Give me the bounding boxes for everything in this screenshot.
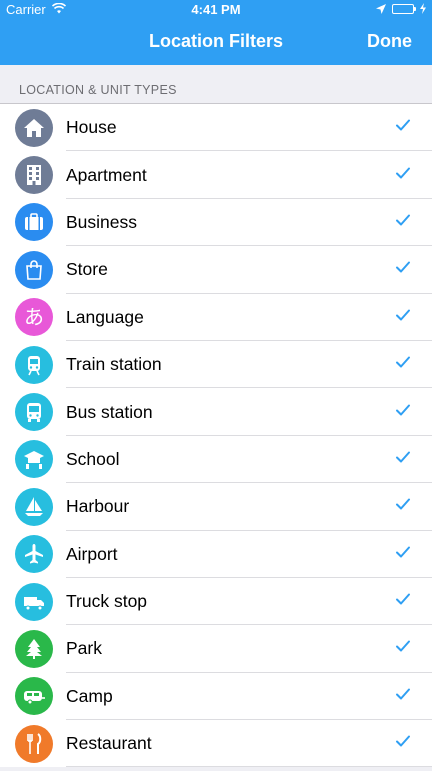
school-icon — [15, 440, 53, 479]
filter-row-harbour[interactable]: Harbour — [0, 483, 432, 531]
briefcase-icon — [15, 203, 53, 242]
filter-label: House — [66, 117, 117, 138]
filter-label: Store — [66, 259, 108, 280]
checkmark-icon — [395, 117, 432, 138]
filter-row-truck-stop[interactable]: Truck stop — [0, 578, 432, 626]
filter-label: Restaurant — [66, 733, 152, 754]
section-header: LOCATION & UNIT TYPES — [0, 65, 432, 104]
checkmark-icon — [395, 307, 432, 328]
filter-row-camp[interactable]: Camp — [0, 673, 432, 721]
filter-label: Camp — [66, 685, 113, 706]
checkmark-icon — [395, 496, 432, 517]
svg-text:あ: あ — [24, 305, 44, 329]
tree-icon — [15, 629, 53, 668]
status-right — [376, 2, 426, 17]
filter-row-language[interactable]: あ Language — [0, 294, 432, 341]
filter-label: Language — [66, 306, 144, 327]
filter-label: Harbour — [66, 496, 130, 517]
filter-label: Apartment — [66, 164, 147, 185]
filter-row-school[interactable]: School — [0, 436, 432, 484]
checkmark-icon — [395, 402, 432, 423]
house-icon — [15, 108, 53, 147]
filter-row-bus-station[interactable]: Bus station — [0, 388, 432, 436]
checkmark-icon — [395, 544, 432, 565]
filter-row-park[interactable]: Park — [0, 625, 432, 673]
checkmark-icon — [395, 165, 432, 186]
checkmark-icon — [395, 212, 432, 233]
filter-row-train-station[interactable]: Train station — [0, 341, 432, 389]
carrier-label: Carrier — [6, 1, 46, 17]
bus-icon — [15, 393, 53, 432]
filter-row-business[interactable]: Business — [0, 199, 432, 247]
filter-row-house[interactable]: House — [0, 104, 432, 152]
filter-label: Park — [66, 638, 102, 659]
checkmark-icon — [395, 591, 432, 612]
sailboat-icon — [15, 487, 53, 526]
truck-icon — [15, 582, 53, 621]
hiragana-a-icon: あ — [15, 298, 53, 337]
filter-list: House Apartment Business Store あ Language Trai… — [0, 104, 432, 768]
filter-row-apartment[interactable]: Apartment — [0, 151, 432, 199]
filter-row-airport[interactable]: Airport — [0, 531, 432, 578]
checkmark-icon — [395, 449, 432, 470]
fork-knife-icon — [15, 724, 53, 763]
filter-label: Bus station — [66, 401, 153, 422]
apartment-icon — [15, 156, 53, 195]
page-title: Location Filters — [148, 31, 283, 51]
battery-icon — [392, 4, 416, 14]
done-button[interactable]: Done — [367, 18, 412, 65]
wifi-icon — [51, 2, 66, 17]
shopping-bag-icon — [15, 250, 53, 289]
checkmark-icon — [395, 733, 432, 754]
airplane-icon — [15, 535, 53, 574]
filter-label: Train station — [66, 354, 162, 375]
camper-icon — [15, 677, 53, 716]
filter-row-store[interactable]: Store — [0, 246, 432, 294]
train-icon — [15, 345, 53, 384]
filter-label: Business — [66, 211, 138, 232]
nav-bar: Location Filters Done — [0, 18, 432, 65]
checkmark-icon — [395, 638, 432, 659]
checkmark-icon — [395, 686, 432, 707]
checkmark-icon — [395, 259, 432, 280]
row-separator — [66, 766, 432, 768]
filter-label: Truck stop — [66, 591, 148, 612]
filter-label: Airport — [66, 543, 118, 564]
filter-label: School — [66, 448, 120, 469]
status-bar: Carrier 4:41 PM — [0, 0, 432, 18]
status-left: Carrier — [6, 2, 66, 17]
location-arrow-icon — [376, 2, 386, 17]
checkmark-icon — [395, 354, 432, 375]
charging-icon — [420, 2, 426, 17]
filter-row-restaurant[interactable]: Restaurant — [0, 720, 432, 768]
